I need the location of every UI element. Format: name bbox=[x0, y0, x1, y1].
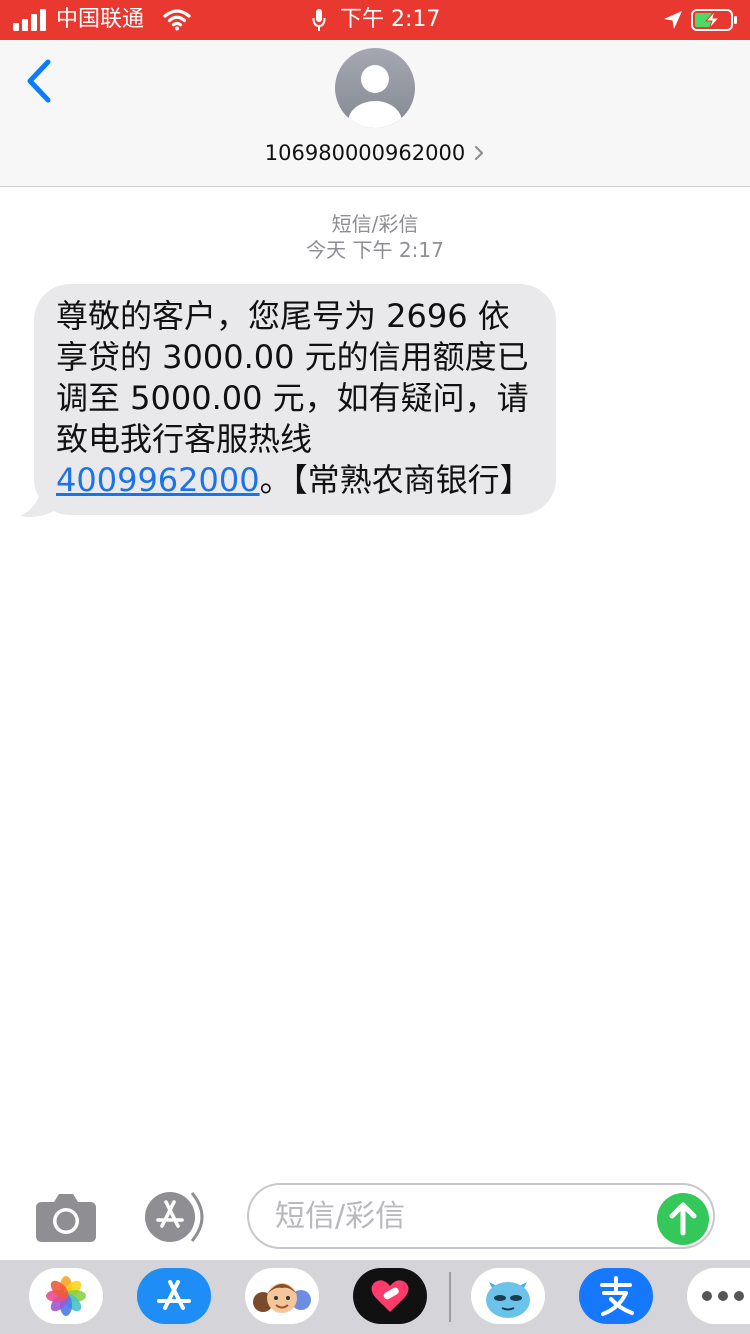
input-placeholder: 短信/彩信 bbox=[275, 1199, 406, 1234]
message-text: 尊敬的客户，您尾号为 2696 依享贷的 3000.00 元的信用额度已调至 5… bbox=[56, 296, 536, 501]
chevron-right-icon bbox=[475, 145, 484, 161]
location-arrow-icon bbox=[664, 11, 682, 29]
signal-icon bbox=[13, 9, 46, 31]
phone-link[interactable]: 4009962000 bbox=[56, 461, 260, 499]
contact-title[interactable]: 106980000962000 bbox=[0, 138, 750, 168]
status-bar: 中国联通 下午 2:17 bbox=[0, 0, 750, 40]
camera-icon[interactable] bbox=[34, 1190, 98, 1244]
more-icon[interactable] bbox=[687, 1268, 750, 1324]
message-signature: 。【常熟农商银行】 bbox=[259, 461, 532, 499]
memoji-icon[interactable] bbox=[245, 1268, 319, 1324]
chevron-left-icon[interactable] bbox=[20, 56, 60, 106]
message-body: 尊敬的客户，您尾号为 2696 依享贷的 3000.00 元的信用额度已调至 5… bbox=[56, 297, 529, 458]
app-drawer bbox=[0, 1260, 750, 1334]
photos-icon[interactable] bbox=[29, 1268, 103, 1324]
battery-charging-icon bbox=[691, 9, 737, 31]
conversation-header: 106980000962000 bbox=[0, 40, 750, 187]
heart-app-icon[interactable] bbox=[353, 1268, 427, 1324]
app-store-icon[interactable] bbox=[140, 1190, 212, 1244]
contact-number: 106980000962000 bbox=[264, 141, 466, 165]
message-timestamp: 今天 下午 2:17 bbox=[306, 238, 444, 262]
message-type-label: 短信/彩信 bbox=[331, 212, 419, 236]
carrier-label: 中国联通 bbox=[56, 7, 145, 32]
alipay-icon[interactable] bbox=[579, 1268, 653, 1324]
message-bubble[interactable]: 尊敬的客户，您尾号为 2696 依享贷的 3000.00 元的信用额度已调至 5… bbox=[34, 284, 556, 515]
microphone-icon bbox=[312, 9, 326, 31]
app-store-icon[interactable] bbox=[137, 1268, 211, 1324]
monster-sticker-icon[interactable] bbox=[471, 1268, 545, 1324]
message-input[interactable]: 短信/彩信 bbox=[247, 1183, 715, 1249]
wifi-icon bbox=[163, 9, 191, 31]
person-icon[interactable] bbox=[335, 48, 415, 128]
status-time: 下午 2:17 bbox=[340, 7, 441, 32]
arrow-up-icon[interactable] bbox=[657, 1193, 709, 1245]
tray-separator bbox=[449, 1272, 451, 1322]
